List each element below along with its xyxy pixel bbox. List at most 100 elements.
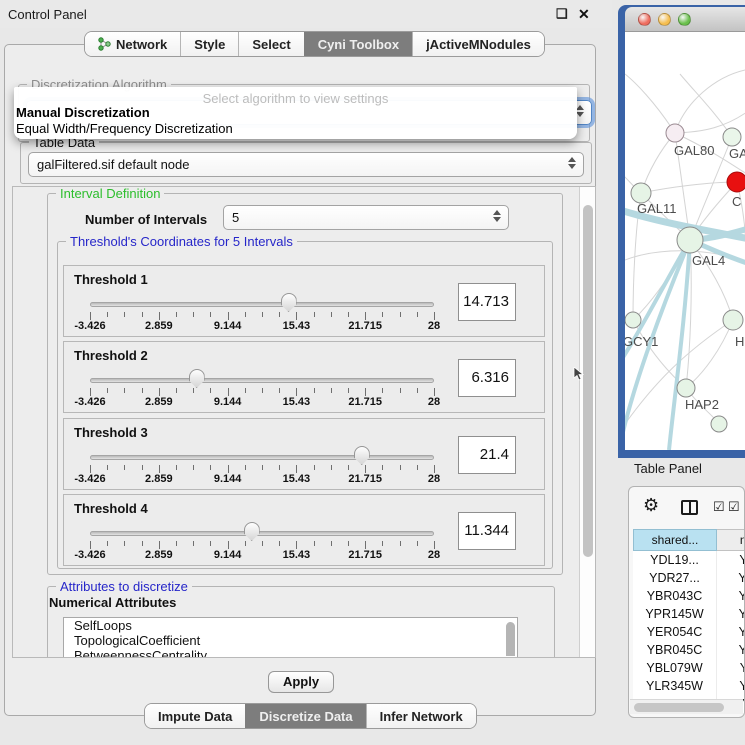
network-edge[interactable] [680,74,732,137]
threshold-value-field[interactable]: 6.316 [458,359,516,397]
minor-tick [400,388,401,393]
number-of-intervals-combo[interactable]: 5 [223,205,509,230]
close-traffic-light[interactable] [638,13,651,26]
major-tick [434,388,435,396]
network-canvas[interactable]: GAL80GACGAL11GAL4GCY1HHAP2 [625,32,745,450]
float-window-icon[interactable]: ❑ [556,6,568,22]
tab-label: Style [194,37,225,52]
tick-label: -3.426 [74,396,105,408]
checkbox-icon[interactable]: ☑ [728,499,740,515]
node-label: HAP2 [685,397,719,412]
dropdown-item-manual-discretization[interactable]: Manual Discretization [16,105,150,120]
minor-tick [348,465,349,470]
cell-shared-name: YDR27... [633,569,717,587]
threshold-panel-1: Threshold 1-3.4262.8599.14415.4321.71528… [63,265,545,337]
major-tick [296,465,297,473]
minor-tick [417,541,418,546]
tab-select[interactable]: Select [238,32,303,56]
tick-label: 9.144 [214,549,242,561]
table-horizontal-scrollbar[interactable] [630,699,743,714]
network-window-titlebar[interactable] [625,7,745,32]
network-node-h[interactable] [723,310,743,330]
network-edge[interactable] [675,70,745,133]
attributes-list-scrollbar[interactable] [506,622,515,656]
zoom-traffic-light[interactable] [678,13,691,26]
network-edge[interactable] [686,320,733,388]
table-row[interactable]: YLR345WYLR3 [633,677,745,695]
network-node[interactable] [711,416,727,432]
network-node-gal4[interactable] [677,227,703,253]
apply-button[interactable]: Apply [268,671,334,693]
checkbox-icon[interactable]: ☑ [713,499,725,515]
table-row[interactable]: YDL19...YDL1 [633,551,745,569]
interval-definition-label: Interval Definition [56,186,164,201]
slider-thumb[interactable] [189,369,205,388]
major-tick [296,388,297,396]
network-view-window[interactable]: GAL80GACGAL11GAL4GCY1HHAP2 [618,5,745,458]
table-row[interactable]: YER054CYER0 [633,623,745,641]
tab-discretize-data[interactable]: Discretize Data [245,704,365,728]
close-panel-icon[interactable]: ✕ [578,6,590,23]
tab-impute-data[interactable]: Impute Data [145,704,245,728]
dropdown-item-equal-width-frequency[interactable]: Equal Width/Frequency Discretization [16,121,233,136]
minor-tick [142,465,143,470]
minor-tick [382,312,383,317]
tab-jactivemnodules[interactable]: jActiveMNodules [412,32,544,56]
minor-tick [331,541,332,546]
slider-thumb[interactable] [281,293,297,312]
threshold-value-field[interactable]: 14.713 [458,283,516,321]
attribute-item-betweennesscentrality[interactable]: BetweennessCentrality [64,648,517,658]
combo-stepper-icon [493,210,501,222]
minimize-traffic-light[interactable] [658,13,671,26]
network-edge[interactable] [690,240,733,320]
network-edge[interactable] [625,74,675,133]
major-tick [296,312,297,320]
attribute-item-selfloops[interactable]: SelfLoops [64,618,517,633]
slider-track[interactable] [90,302,434,307]
slider-track[interactable] [90,378,434,383]
table-data-combo[interactable]: galFiltered.sif default node [28,152,584,177]
column-header-shared[interactable]: shared... [633,529,717,551]
network-node-gcy1[interactable] [625,312,641,328]
scrollbar-thumb[interactable] [634,703,724,712]
slider-thumb[interactable] [244,522,260,541]
minor-tick [314,312,315,317]
minor-tick [400,312,401,317]
gear-icon[interactable]: ⚙ [643,495,659,516]
column-header-name[interactable]: na [717,529,745,551]
table-row[interactable]: YDR27...YDR2 [633,569,745,587]
minor-tick [382,465,383,470]
network-edge[interactable] [641,182,737,193]
table-row[interactable]: YBR043CYBR0 [633,587,745,605]
network-node-gal11[interactable] [631,183,651,203]
network-node-c[interactable] [727,172,745,192]
minor-tick [124,388,125,393]
network-edge[interactable] [737,182,745,254]
cell-shared-name: YBR043C [633,587,717,605]
table-row[interactable]: YBL079WYBL0 [633,659,745,677]
table-row[interactable]: YBR045CYBR0 [633,641,745,659]
network-node-ga[interactable] [723,128,741,146]
settings-vertical-scrollbar[interactable] [579,187,595,657]
slider-track[interactable] [90,455,434,460]
network-node-hap2[interactable] [677,379,695,397]
slider-thumb[interactable] [354,446,370,465]
cell-name: YDR2 [717,569,745,587]
minor-tick [107,388,108,393]
threshold-value-field[interactable]: 21.4 [458,436,516,474]
tab-cyni-toolbox[interactable]: Cyni Toolbox [304,32,412,56]
scrollbar-thumb[interactable] [583,205,593,557]
tab-style[interactable]: Style [180,32,238,56]
attribute-item-topologicalcoefficient[interactable]: TopologicalCoefficient [64,633,517,648]
numerical-attributes-list[interactable]: SelfLoopsTopologicalCoefficientBetweenne… [63,617,518,658]
table-row[interactable]: YPR145WYPR1 [633,605,745,623]
split-columns-icon[interactable] [681,500,698,515]
tab-infer-network[interactable]: Infer Network [366,704,476,728]
minor-tick [107,541,108,546]
tab-network[interactable]: Network [85,32,180,56]
threshold-value-field[interactable]: 11.344 [458,512,516,550]
tick-label: 28 [428,549,440,561]
minor-tick [279,541,280,546]
slider-track[interactable] [90,531,434,536]
network-node-gal80[interactable] [666,124,684,142]
